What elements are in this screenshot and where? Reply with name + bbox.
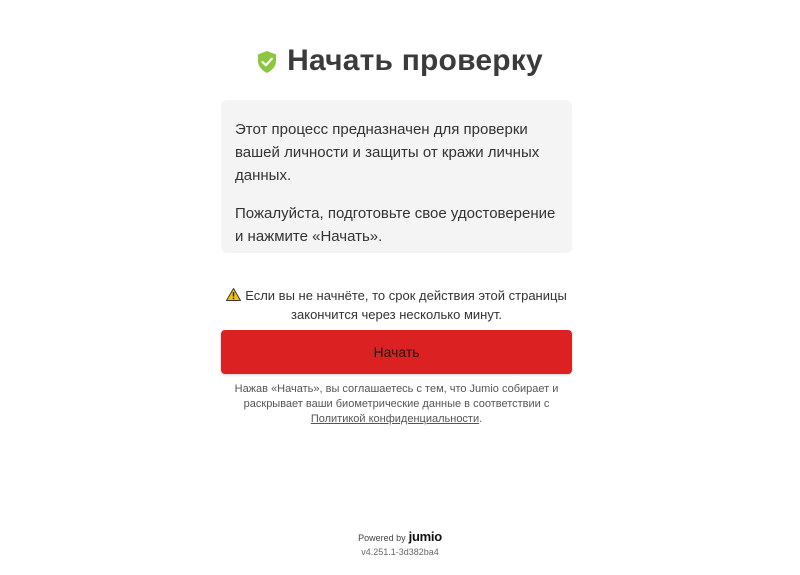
shield-check-icon — [257, 51, 277, 73]
jumio-logo: jumio — [408, 529, 442, 544]
info-paragraph-instructions: Пожалуйста, подготовьте свое удостоверен… — [235, 205, 556, 245]
page-title: Начать проверку — [287, 44, 543, 77]
privacy-policy-link[interactable]: Политикой конфиденциальности — [311, 413, 479, 425]
powered-by: Powered by jumio — [358, 529, 442, 544]
verification-page: Начать проверку Этот процесс предназначе… — [0, 0, 800, 575]
version-label: v4.251.1-3d382ba4 — [361, 547, 439, 557]
title-row: Начать проверку — [0, 44, 800, 78]
powered-by-label: Powered by — [358, 533, 406, 543]
expiry-warning: Если вы не начнёте, то срок действия это… — [221, 286, 572, 324]
info-box: Этот процесс предназначен для проверки в… — [221, 100, 572, 253]
warning-text: Если вы не начнёте, то срок действия это… — [245, 288, 567, 322]
footer: Powered by jumio v4.251.1-3d382ba4 — [0, 528, 800, 557]
start-button[interactable]: Начать — [221, 330, 572, 374]
warning-triangle-icon — [226, 287, 242, 301]
consent-suffix: . — [479, 413, 483, 425]
info-paragraph-purpose: Этот процесс предназначен для проверки в… — [235, 121, 540, 184]
consent-body: Нажав «Начать», вы соглашаетесь с тем, ч… — [234, 383, 559, 410]
consent-text: Нажав «Начать», вы соглашаетесь с тем, ч… — [221, 382, 572, 427]
